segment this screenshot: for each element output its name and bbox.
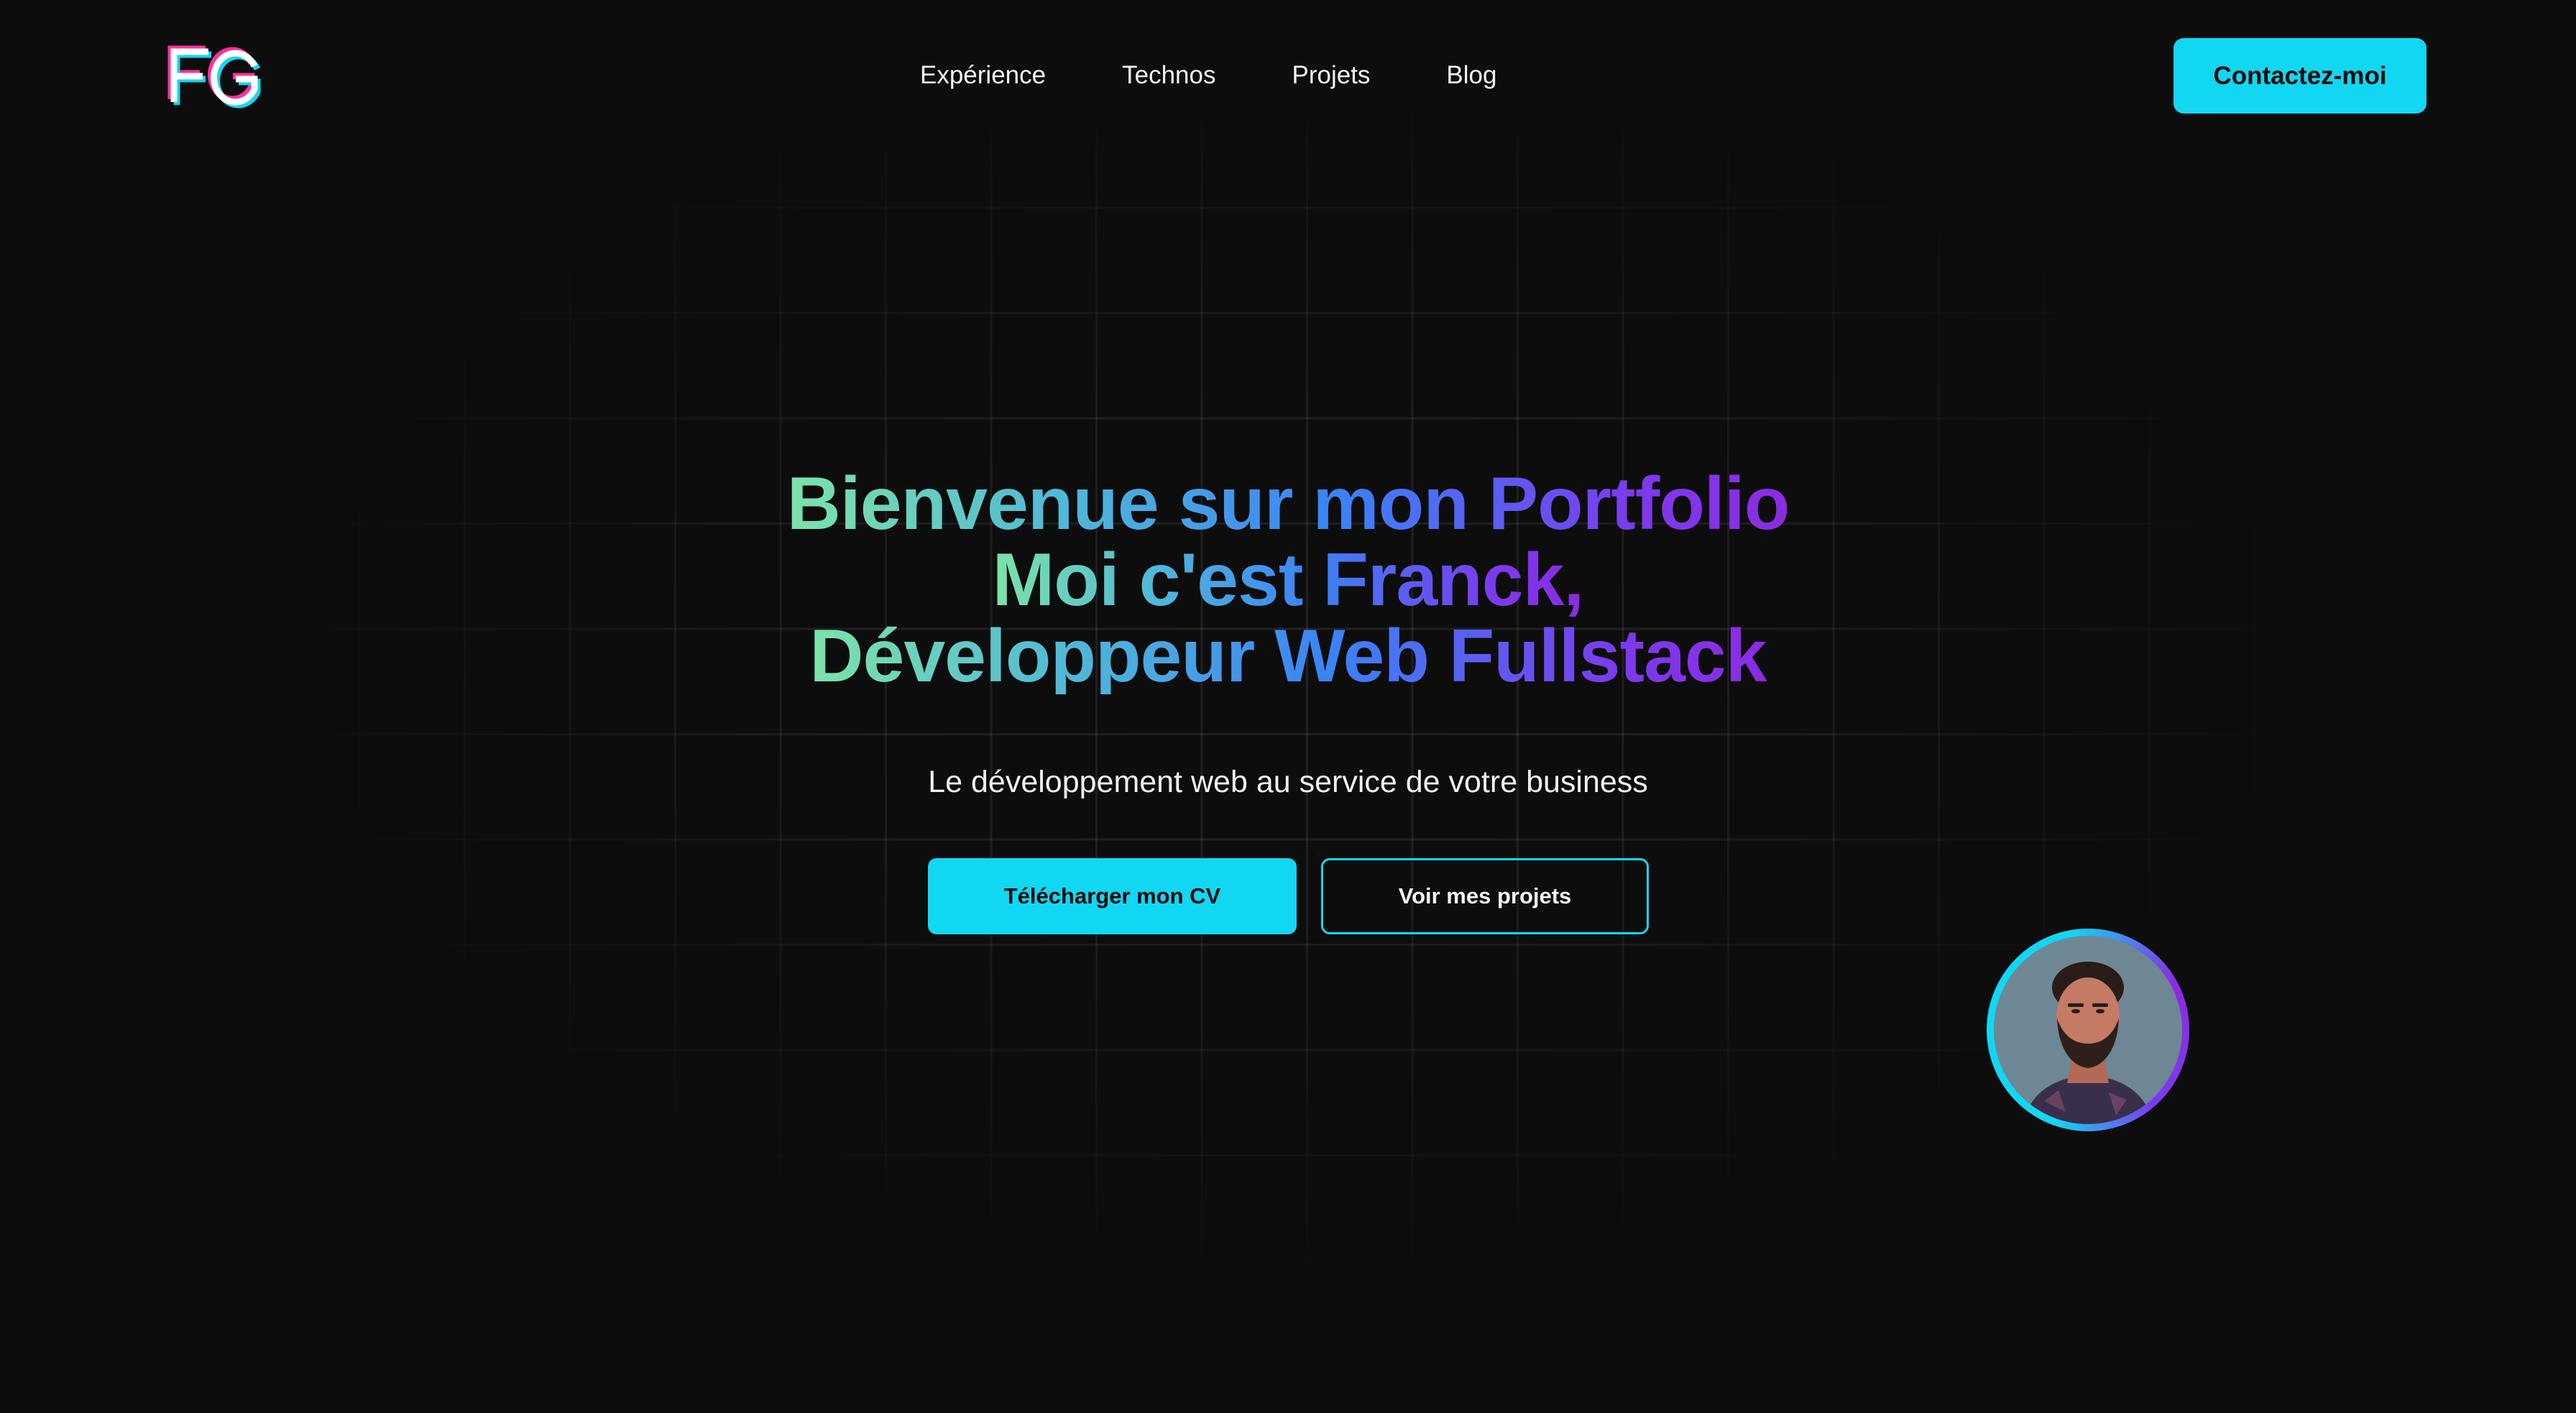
hero-title-line: Bienvenue sur mon Portfolio (0, 466, 2576, 542)
nav-item-technos[interactable]: Technos (1122, 52, 1215, 99)
grid-background (0, 0, 2576, 1413)
fg-logo-icon (167, 45, 261, 109)
hero-title-line-3: Développeur Web Fullstack (809, 615, 1767, 698)
hero-title-line-1: Bienvenue sur mon Portfolio (786, 462, 1790, 546)
contact-button[interactable]: Contactez-moi (2174, 38, 2426, 114)
profile-photo-icon (1994, 936, 2182, 1124)
main-nav: Expérience Technos Projets Blog (920, 52, 1496, 99)
hero-title-line: Moi c'est Franck, (0, 542, 2576, 618)
logo[interactable] (167, 42, 262, 111)
hero-subtitle: Le développement web au service de votre… (928, 765, 1648, 799)
nav-item-projets[interactable]: Projets (1292, 52, 1370, 99)
portfolio-page: Expérience Technos Projets Blog Contacte… (0, 0, 2576, 1413)
download-cv-button[interactable]: Télécharger mon CV (928, 858, 1297, 934)
hero-title-line: Développeur Web Fullstack (0, 618, 2576, 694)
view-projects-button[interactable]: Voir mes projets (1321, 858, 1649, 934)
nav-item-blog[interactable]: Blog (1446, 52, 1496, 99)
avatar-photo (1994, 936, 2182, 1124)
hero-title: Bienvenue sur mon Portfolio Moi c'est Fr… (0, 466, 2576, 694)
nav-item-experience[interactable]: Expérience (920, 52, 1046, 99)
site-header: Expérience Technos Projets Blog Contacte… (0, 0, 2576, 151)
avatar[interactable] (1987, 929, 2189, 1131)
hero-title-line-2: Moi c'est Franck, (992, 538, 1585, 622)
